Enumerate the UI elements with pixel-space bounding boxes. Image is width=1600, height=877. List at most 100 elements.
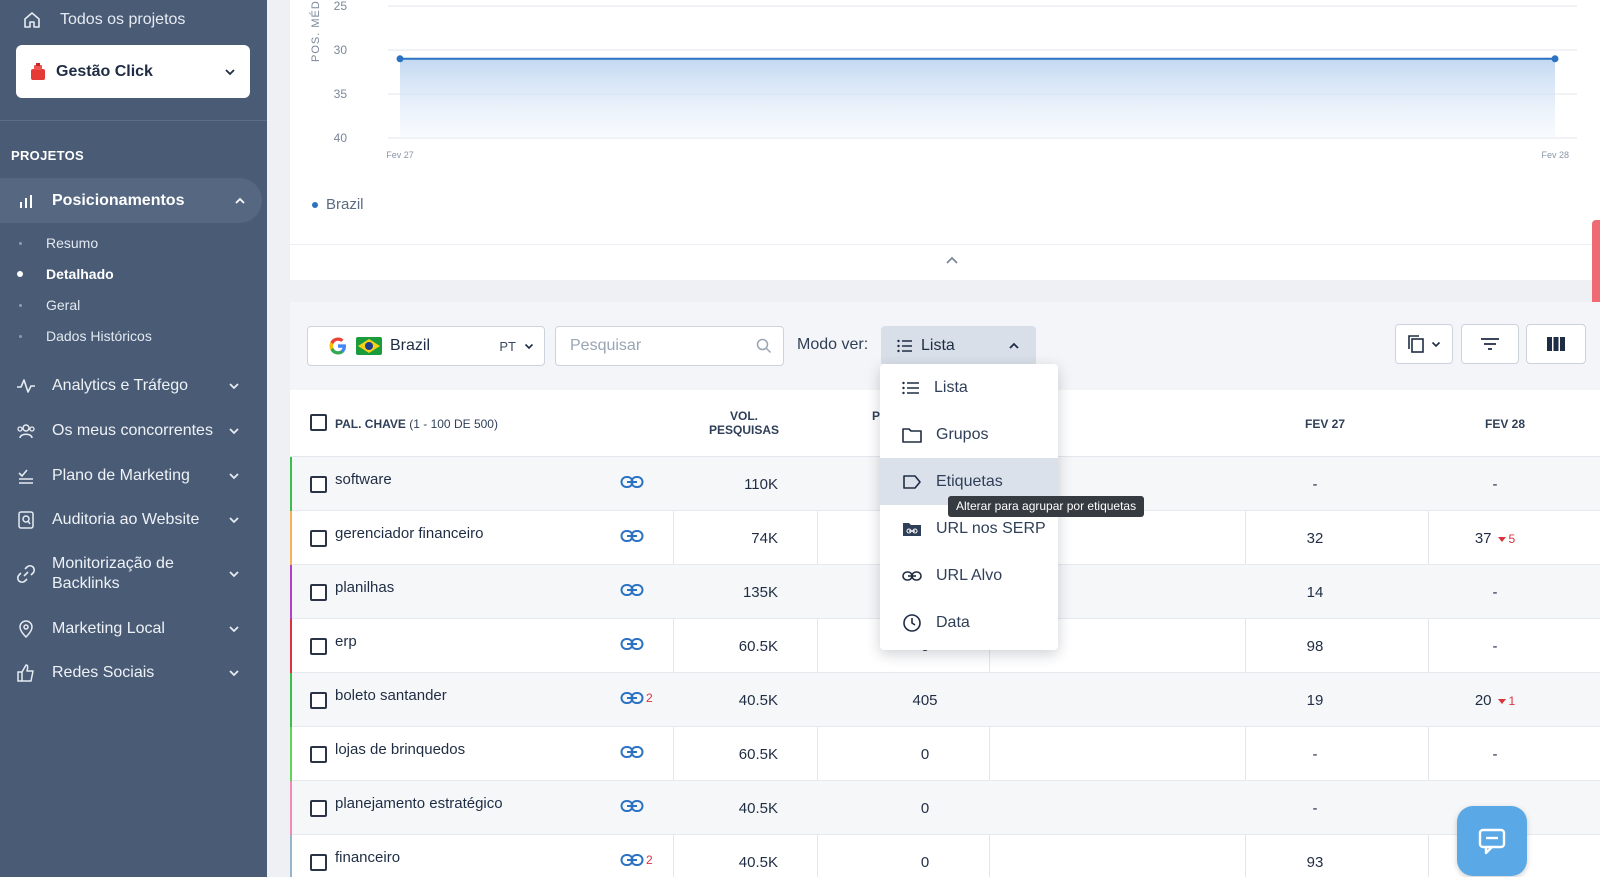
sidebar-subitem-geral[interactable]: Geral [0, 291, 262, 319]
link-icon [620, 476, 644, 488]
chevron-up-icon [235, 197, 245, 204]
row-color-indicator [290, 565, 292, 619]
volume-cell: 40.5K [738, 692, 778, 709]
position-value: - [1492, 476, 1498, 493]
link-icon [620, 530, 644, 542]
column-header-partial[interactable]: P [872, 409, 880, 423]
position-fev27-cell: 14 [1306, 584, 1324, 601]
sidebar-divider [0, 120, 267, 121]
all-projects-link[interactable]: Todos os projetos [22, 10, 185, 30]
chat-icon [1478, 828, 1506, 855]
url-link-button[interactable] [620, 745, 646, 759]
row-checkbox[interactable] [310, 530, 327, 547]
menu-item-data[interactable]: Data [880, 599, 1058, 646]
sidebar-item-concorrentes[interactable]: Os meus concorrentes [0, 419, 262, 443]
copy-button[interactable] [1395, 324, 1453, 364]
row-checkbox[interactable] [310, 638, 327, 655]
tag-icon [903, 474, 921, 489]
search-input[interactable] [555, 326, 784, 366]
menu-item-lista[interactable]: Lista [880, 364, 1058, 411]
collapse-chevron-icon[interactable] [945, 256, 959, 265]
column-header-keyword[interactable]: PAL. CHAVE (1 - 100 DE 500) [335, 417, 498, 431]
chevron-down-icon [1431, 341, 1441, 347]
row-color-indicator [290, 673, 292, 727]
language-selector[interactable]: PT [499, 339, 534, 354]
y-tick-label: 25 [334, 0, 348, 13]
sidebar-subitem-dados-historicos[interactable]: Dados Históricos [0, 322, 262, 350]
keyword-cell: software [335, 471, 392, 488]
keyword-cell: lojas de brinquedos [335, 741, 466, 758]
sidebar-item-redes-sociais[interactable]: Redes Sociais [0, 661, 262, 685]
url-link-button[interactable] [620, 799, 646, 813]
columns-icon [1547, 337, 1565, 351]
position-fev27-cell: - [1312, 476, 1318, 493]
row-checkbox[interactable] [310, 854, 327, 871]
column-header-volume[interactable]: VOL. PESQUISAS [690, 409, 798, 437]
sidebar-item-marketing-local[interactable]: Marketing Local [0, 617, 262, 641]
columns-button[interactable] [1526, 324, 1586, 364]
filter-button[interactable] [1461, 324, 1519, 364]
position-value: 20 [1474, 692, 1492, 709]
volume-cell: 60.5K [738, 746, 778, 763]
sidebar-item-label: Analytics e Tráfego [52, 377, 189, 394]
url-link-button[interactable] [620, 475, 646, 489]
sidebar-active-label: Posicionamentos [52, 191, 185, 209]
copy-icon [1408, 335, 1424, 353]
url-link-button[interactable]: 2 [620, 853, 653, 867]
metric-cell: 0 [920, 746, 930, 763]
sidebar-item-plano-marketing[interactable]: Plano de Marketing [0, 464, 262, 488]
chevron-down-icon [229, 571, 239, 578]
column-header-fev27[interactable]: FEV 27 [1250, 417, 1400, 431]
position-fev28-cell: - [1420, 584, 1570, 601]
table-row[interactable]: boleto santander 2 40.5K 405 19 20 1 [290, 673, 1600, 727]
volume-cell: 40.5K [738, 800, 778, 817]
sidebar-item-posicionamentos[interactable]: Posicionamentos [0, 178, 262, 223]
select-all-checkbox[interactable] [310, 414, 327, 431]
url-link-button[interactable] [620, 637, 646, 651]
sidebar-item-backlinks[interactable]: Monitorização de Backlinks [0, 552, 262, 596]
folder-link-icon [903, 522, 921, 536]
sidebar-subitem-label: Detalhado [46, 266, 114, 282]
table-row[interactable]: lojas de brinquedos 60.5K 0 - - [290, 727, 1600, 781]
table-row[interactable]: planejamento estratégico40.5K0-- [290, 781, 1600, 835]
url-link-button[interactable] [620, 529, 646, 543]
project-name: Gestão Click [56, 62, 153, 80]
country-selector[interactable]: Brazil PT [307, 326, 545, 366]
volume-cell: 135K [742, 584, 778, 601]
keyword-cell: erp [335, 633, 357, 650]
sidebar-subitem-detalhado[interactable]: Detalhado [0, 260, 262, 288]
tooltip: Alterar para agrupar por etiquetas [948, 496, 1145, 517]
chart-card: 25 30 35 40 POS. MÉDI Fev 27 Fev 28 Brazil [290, 0, 1600, 280]
sidebar-item-analytics[interactable]: Analytics e Tráfego [0, 374, 262, 398]
row-checkbox[interactable] [310, 584, 327, 601]
project-selector[interactable]: Gestão Click [16, 45, 250, 98]
row-checkbox[interactable] [310, 800, 327, 817]
view-mode-dropdown[interactable]: Lista [881, 326, 1036, 366]
position-fev27-cell: - [1312, 800, 1318, 817]
row-checkbox[interactable] [310, 746, 327, 763]
legend-label: Brazil [326, 196, 364, 213]
menu-item-url-alvo[interactable]: URL Alvo [880, 552, 1058, 599]
position-value: - [1492, 746, 1498, 763]
chat-button[interactable] [1457, 806, 1527, 876]
link-icon [16, 564, 36, 584]
chart-legend[interactable]: Brazil [312, 196, 364, 213]
position-chart: 25 30 35 40 POS. MÉDI Fev 27 Fev 28 [309, 0, 1577, 160]
position-change-value: 5 [1508, 532, 1516, 546]
sidebar-item-auditoria[interactable]: Auditoria ao Website [0, 508, 262, 532]
table-row[interactable]: financeiro240.5K093- [290, 835, 1600, 877]
sidebar-subitem-resumo[interactable]: Resumo [0, 229, 262, 257]
menu-item-grupos[interactable]: Grupos [880, 411, 1058, 458]
menu-item-label: URL nos SERP [936, 519, 1046, 537]
row-checkbox[interactable] [310, 476, 327, 493]
row-color-indicator [290, 511, 292, 565]
url-link-button[interactable] [620, 583, 646, 597]
card-divider [290, 244, 1600, 245]
url-link-button[interactable]: 2 [620, 691, 653, 705]
position-change: 5 [1497, 532, 1516, 546]
down-arrow-icon [1497, 537, 1506, 543]
column-header-fev28[interactable]: FEV 28 [1430, 417, 1580, 431]
down-arrow-icon [1497, 699, 1506, 705]
row-checkbox[interactable] [310, 692, 327, 709]
chevron-down-icon [229, 473, 239, 480]
